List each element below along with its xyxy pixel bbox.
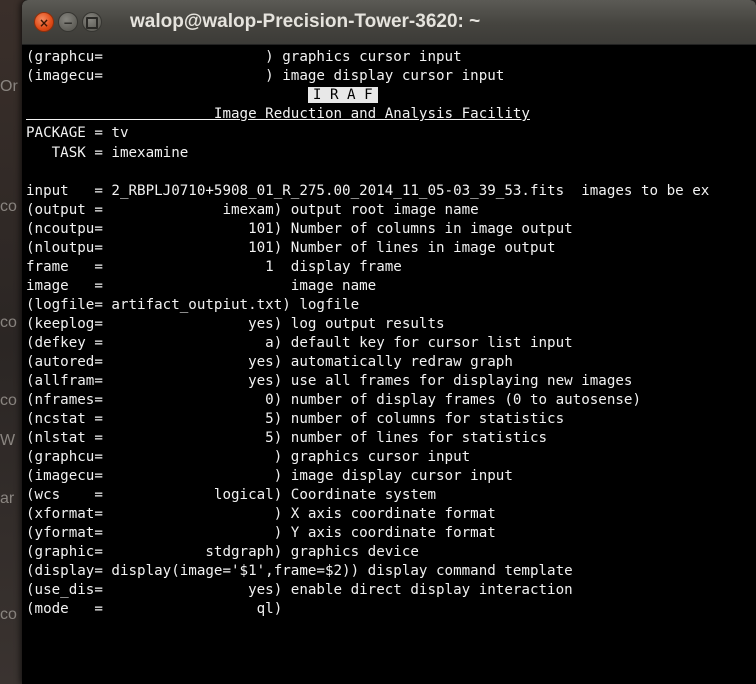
close-icon: × [38, 16, 50, 30]
terminal-line: (wcs = logical) Coordinate system [26, 487, 436, 503]
window-title: walop@walop-Precision-Tower-3620: ~ [130, 11, 481, 32]
iraf-banner: I R A F [307, 87, 378, 103]
close-window-button[interactable]: × [34, 12, 54, 32]
terminal-line: (yformat= ) Y axis coordinate format [26, 525, 496, 541]
terminal-line: frame = 1 display frame [26, 259, 402, 275]
background-text-fragment: co [0, 198, 17, 215]
terminal-line: (output = imexam) output root image name [26, 202, 479, 218]
desktop-background [0, 0, 24, 684]
terminal-line: (nloutpu= 101) Number of lines in image … [26, 240, 556, 256]
window-titlebar[interactable]: × − walop@walop-Precision-Tower-3620: ~ [22, 0, 756, 45]
terminal-line: (imagecu= ) image display cursor input [26, 468, 513, 484]
terminal-line: (graphic= stdgraph) graphics device [26, 544, 419, 560]
terminal-line: (xformat= ) X axis coordinate format [26, 506, 496, 522]
maximize-window-button[interactable] [82, 12, 102, 32]
terminal-line: (nlstat = 5) number of lines for statist… [26, 430, 548, 446]
terminal-line: (mode = ql) [26, 601, 283, 617]
terminal-line: (imagecu= ) image display cursor input [26, 68, 505, 84]
background-text-fragment: co [0, 392, 17, 409]
terminal-line: PACKAGE = tv [26, 125, 129, 141]
facility-title: Image Reduction and Analysis Facility [26, 106, 530, 122]
background-text-fragment: Or [0, 78, 18, 95]
background-text-fragment: co [0, 314, 17, 331]
minimize-icon: − [62, 16, 74, 30]
terminal-line: (ncoutpu= 101) Number of columns in imag… [26, 221, 573, 237]
maximize-icon [86, 17, 98, 29]
terminal-line: (display= display(image='$1',frame=$2)) … [26, 563, 573, 579]
terminal-line: (keeplog= yes) log output results [26, 316, 445, 332]
terminal-line: (use_dis= yes) enable direct display int… [26, 582, 573, 598]
terminal-window[interactable]: × − walop@walop-Precision-Tower-3620: ~ … [22, 0, 756, 684]
terminal-line: (defkey = a) default key for cursor list… [26, 335, 573, 351]
background-text-fragment: ar [0, 490, 15, 507]
terminal-line: (graphcu= ) graphics cursor input [26, 49, 462, 65]
terminal-line: (autored= yes) automatically redraw grap… [26, 354, 513, 370]
terminal-line: TASK = imexamine [26, 145, 189, 161]
terminal-line: (ncstat = 5) number of columns for stati… [26, 411, 565, 427]
background-text-fragment: W [0, 432, 16, 449]
terminal-line: I R A F [26, 86, 378, 105]
terminal-line: image = image name [26, 278, 377, 294]
iraf-banner-indent [26, 87, 308, 103]
terminal-line: (graphcu= ) graphics cursor input [26, 449, 471, 465]
background-text-fragment: co [0, 606, 17, 623]
terminal-line: (logfile= artifact_outpiut.txt) logfile [26, 297, 360, 313]
minimize-window-button[interactable]: − [58, 12, 78, 32]
terminal-line: (allfram= yes) use all frames for displa… [26, 373, 633, 389]
terminal-line: (nframes= 0) number of display frames (0… [26, 392, 641, 408]
terminal-output[interactable]: (graphcu= ) graphics cursor input (image… [22, 44, 756, 684]
terminal-line: input = 2_RBPLJ0710+5908_01_R_275.00_201… [26, 183, 710, 199]
